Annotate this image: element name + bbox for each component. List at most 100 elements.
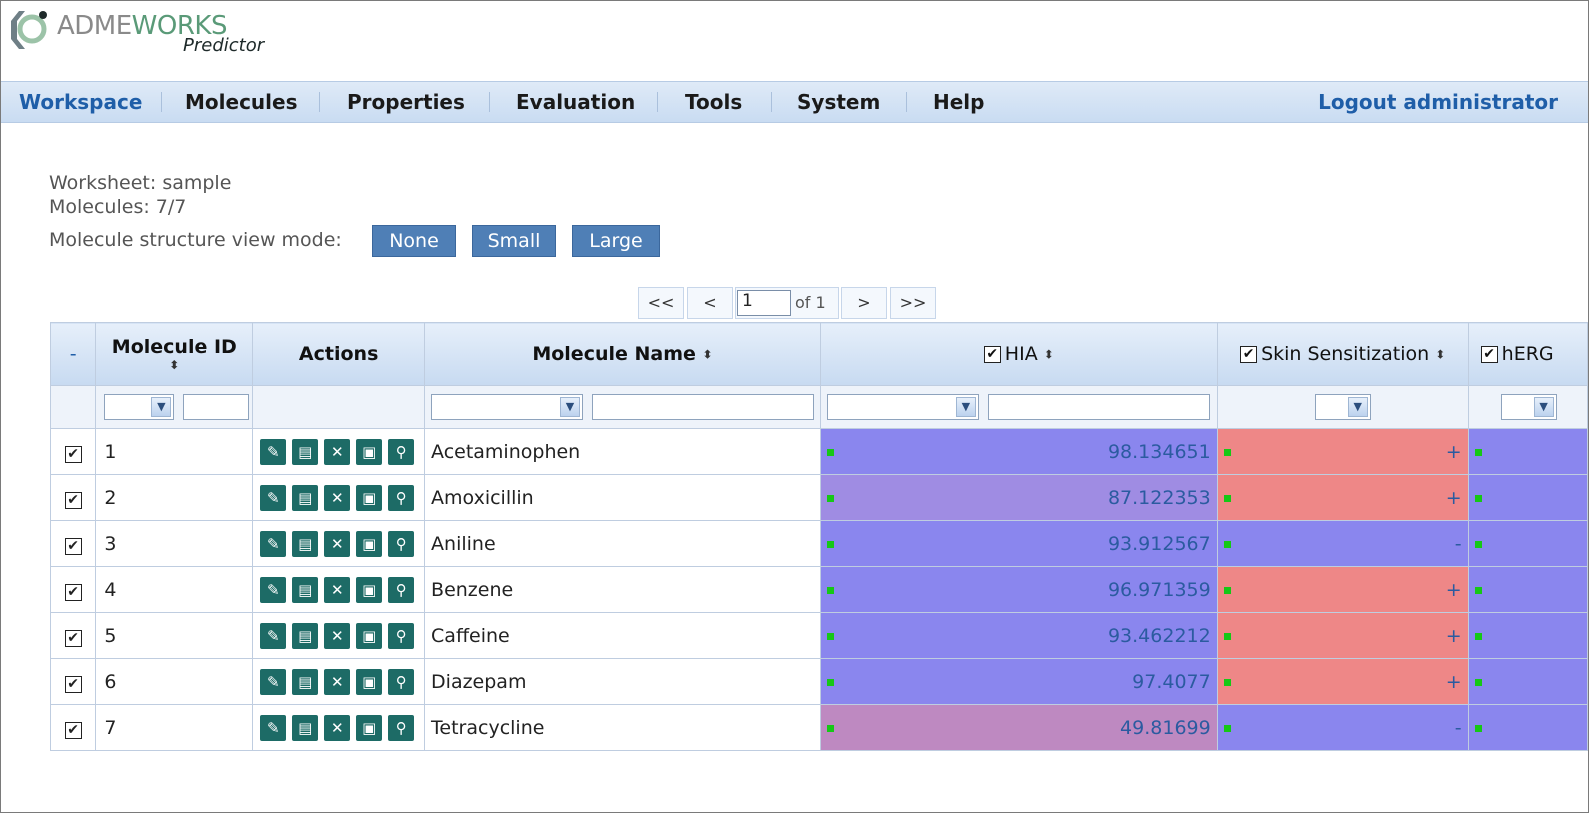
row-select-cell: ✔ — [49, 566, 97, 613]
row-checkbox[interactable]: ✔ — [64, 629, 82, 647]
nav-item-tools[interactable]: Tools — [685, 90, 742, 114]
hia-column-checkbox[interactable]: ✔ — [983, 346, 1001, 363]
herg-cell — [1467, 474, 1588, 521]
row-checkbox[interactable]: ✔ — [64, 675, 82, 693]
chevron-down-icon: ▼ — [560, 397, 581, 417]
hia-value: 49.81699 — [1120, 716, 1211, 739]
delete-icon[interactable]: ✕ — [324, 622, 351, 649]
nav-separator — [906, 92, 907, 112]
zoom-icon[interactable]: ⚲ — [388, 714, 415, 741]
delete-icon[interactable]: ✕ — [324, 714, 351, 741]
row-checkbox[interactable]: ✔ — [64, 445, 82, 463]
header-hia[interactable]: ✔ HIA ⬍ — [819, 322, 1218, 386]
nav-separator — [319, 92, 320, 112]
zoom-icon[interactable]: ⚲ — [388, 530, 415, 557]
name-filter-select[interactable]: ▼ — [431, 394, 584, 420]
zoom-icon[interactable]: ⚲ — [388, 484, 415, 511]
header-skin-sensitization[interactable]: ✔ Skin Sensitization ⬍ — [1216, 322, 1469, 386]
save-icon[interactable]: ▣ — [356, 530, 383, 557]
row-select-cell: ✔ — [49, 612, 97, 659]
edit-icon[interactable]: ✎ — [260, 622, 287, 649]
actions-cell: ✎ ▤ ✕ ▣ ⚲ — [252, 428, 426, 475]
id-filter-select[interactable]: ▼ — [104, 394, 175, 420]
pager-last-button[interactable]: >> — [890, 287, 936, 319]
delete-icon[interactable]: ✕ — [324, 530, 351, 557]
document-icon[interactable]: ▤ — [292, 530, 319, 557]
edit-icon[interactable]: ✎ — [260, 438, 287, 465]
header-herg[interactable]: ✔ hERG — [1467, 322, 1588, 386]
view-mode-none-button[interactable]: None — [372, 225, 456, 257]
edit-icon[interactable]: ✎ — [260, 484, 287, 511]
edit-icon[interactable]: ✎ — [260, 576, 287, 603]
nav-separator — [489, 92, 490, 112]
pager-first-button[interactable]: << — [638, 287, 684, 319]
chevron-down-icon: ▼ — [1347, 397, 1368, 417]
nav-item-molecules[interactable]: Molecules — [185, 90, 297, 114]
hia-filter-select[interactable]: ▼ — [826, 394, 979, 420]
id-filter-input[interactable] — [183, 394, 250, 420]
document-icon[interactable]: ▤ — [292, 484, 319, 511]
save-icon[interactable]: ▣ — [356, 668, 383, 695]
nav-item-system[interactable]: System — [797, 90, 880, 114]
pager-page-input[interactable]: 1 — [737, 290, 791, 316]
save-icon[interactable]: ▣ — [356, 438, 383, 465]
save-icon[interactable]: ▣ — [356, 622, 383, 649]
document-icon[interactable]: ▤ — [292, 622, 319, 649]
delete-icon[interactable]: ✕ — [324, 576, 351, 603]
row-checkbox[interactable]: ✔ — [64, 721, 82, 739]
nav-item-evaluation[interactable]: Evaluation — [516, 90, 635, 114]
view-mode-small-button[interactable]: Small — [472, 225, 556, 257]
zoom-icon[interactable]: ⚲ — [388, 668, 415, 695]
view-mode-large-button[interactable]: Large — [572, 225, 660, 257]
status-indicator — [1474, 586, 1482, 594]
header-molecule-id[interactable]: Molecule ID ⬍ — [95, 322, 254, 386]
herg-column-checkbox[interactable]: ✔ — [1480, 346, 1498, 363]
nav-item-properties[interactable]: Properties — [347, 90, 465, 114]
save-icon[interactable]: ▣ — [356, 576, 383, 603]
document-icon[interactable]: ▤ — [292, 438, 319, 465]
edit-icon[interactable]: ✎ — [260, 714, 287, 741]
filter-cell-empty — [252, 385, 426, 429]
row-checkbox[interactable]: ✔ — [64, 583, 82, 601]
zoom-icon[interactable]: ⚲ — [388, 576, 415, 603]
zoom-icon[interactable]: ⚲ — [388, 622, 415, 649]
herg-cell — [1467, 520, 1588, 567]
pager-prev-button[interactable]: < — [687, 287, 733, 319]
herg-filter-select[interactable]: ▼ — [1500, 394, 1557, 420]
nav-item-help[interactable]: Help — [933, 90, 984, 114]
logout-link[interactable]: Logout administrator — [1318, 90, 1558, 114]
skin-value: + — [1445, 670, 1462, 693]
skin-column-checkbox[interactable]: ✔ — [1240, 346, 1258, 363]
save-icon[interactable]: ▣ — [356, 714, 383, 741]
hia-value: 93.912567 — [1107, 532, 1211, 555]
edit-icon[interactable]: ✎ — [260, 530, 287, 557]
table-body: ✔ 1 ✎ ▤ ✕ ▣ ⚲ Acetaminophen 98.134651 + ✔ 2 ✎ ▤ ✕ ▣ ⚲ Amo… — [49, 428, 1588, 751]
delete-icon[interactable]: ✕ — [324, 668, 351, 695]
delete-icon[interactable]: ✕ — [324, 484, 351, 511]
select-all-toggle[interactable]: - — [49, 322, 97, 386]
status-indicator — [1223, 632, 1231, 640]
hia-cell: 98.134651 — [819, 428, 1218, 475]
nav-item-workspace[interactable]: Workspace — [19, 90, 142, 114]
document-icon[interactable]: ▤ — [292, 668, 319, 695]
status-indicator — [1223, 678, 1231, 686]
skin-filter-select[interactable]: ▼ — [1314, 394, 1371, 420]
molecule-id-cell: 4 — [95, 566, 254, 613]
skin-value: + — [1445, 440, 1462, 463]
name-filter-input[interactable] — [592, 394, 815, 420]
edit-icon[interactable]: ✎ — [260, 668, 287, 695]
molecule-name-cell: Benzene — [424, 566, 821, 613]
header-molecule-name[interactable]: Molecule Name ⬍ — [424, 322, 821, 386]
pager-next-button[interactable]: > — [841, 287, 887, 319]
row-checkbox[interactable]: ✔ — [64, 491, 82, 509]
molecule-name-cell: Caffeine — [424, 612, 821, 659]
hia-filter-input[interactable] — [987, 394, 1210, 420]
delete-icon[interactable]: ✕ — [324, 438, 351, 465]
hia-value: 97.4077 — [1132, 670, 1211, 693]
document-icon[interactable]: ▤ — [292, 576, 319, 603]
row-checkbox[interactable]: ✔ — [64, 537, 82, 555]
document-icon[interactable]: ▤ — [292, 714, 319, 741]
zoom-icon[interactable]: ⚲ — [388, 438, 415, 465]
herg-cell — [1467, 428, 1588, 475]
save-icon[interactable]: ▣ — [356, 484, 383, 511]
